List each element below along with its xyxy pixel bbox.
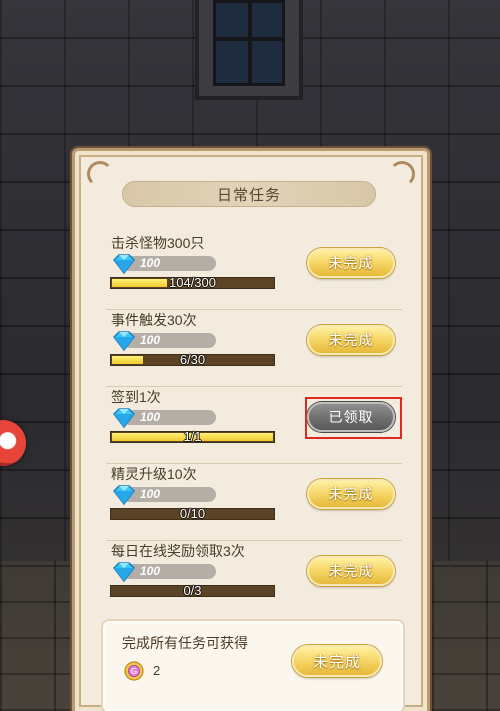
all-tasks-reward-box: 完成所有任务可获得 G 2 未完成: [101, 619, 405, 711]
svg-text:G: G: [131, 667, 137, 676]
task-status-button[interactable]: 未完成: [307, 325, 395, 355]
reward-value: 100: [140, 333, 161, 347]
all-tasks-reward-count: 2: [153, 663, 161, 678]
task-row: 精灵升级10次 100 0/10 未完成: [106, 464, 402, 541]
background-window: [195, 0, 303, 100]
panel-title: 日常任务: [122, 181, 376, 207]
diamond-icon: [113, 485, 135, 505]
diamond-icon: [113, 562, 135, 582]
reward-value: 100: [140, 564, 161, 578]
task-name: 每日在线奖励领取3次: [111, 543, 245, 559]
progress-text: 6/30: [179, 352, 206, 367]
progress-text: 104/300: [169, 275, 216, 290]
task-row: 击杀怪物300只 100 104/300 未完成: [106, 233, 402, 310]
coin-icon: G: [124, 661, 144, 681]
diamond-icon: [113, 408, 135, 428]
progress-bar: 0/3: [110, 583, 275, 598]
highlight-box: [305, 397, 402, 439]
progress-text: 0/3: [183, 583, 202, 598]
reward: 100: [110, 254, 216, 274]
progress-bar: 6/30: [110, 352, 275, 367]
reward-value: 100: [140, 410, 161, 424]
reward: 100: [110, 485, 216, 505]
task-row: 事件触发30次 100 6/30 未完成: [106, 310, 402, 387]
task-status-button[interactable]: 未完成: [307, 556, 395, 586]
corner-ornament-icon: [87, 161, 113, 187]
all-tasks-status-button[interactable]: 未完成: [292, 645, 382, 677]
task-name: 事件触发30次: [111, 312, 197, 328]
progress-text: 0/10: [179, 506, 206, 521]
reward-value: 100: [140, 487, 161, 501]
reward: 100: [110, 331, 216, 351]
corner-ornament-icon: [389, 161, 415, 187]
task-name: 击杀怪物300只: [111, 235, 205, 251]
reward-value: 100: [140, 256, 161, 270]
reward: 100: [110, 408, 216, 428]
diamond-icon: [113, 254, 135, 274]
progress-bar: 0/10: [110, 506, 275, 521]
task-status-button[interactable]: 未完成: [307, 248, 395, 278]
daily-tasks-panel: 日常任务 击杀怪物300只 100 104/300 未完成 事件触发30次 10…: [72, 148, 430, 711]
all-tasks-reward-title: 完成所有任务可获得: [122, 635, 248, 651]
progress-bar: 104/300: [110, 275, 275, 290]
progress-text: 1/1: [183, 429, 202, 444]
task-status-button[interactable]: 未完成: [307, 479, 395, 509]
task-name: 精灵升级10次: [111, 466, 197, 482]
task-name: 签到1次: [111, 389, 161, 405]
diamond-icon: [113, 331, 135, 351]
progress-bar: 1/1: [110, 429, 275, 444]
reward: 100: [110, 562, 216, 582]
task-row: 每日在线奖励领取3次 100 0/3 未完成: [106, 541, 402, 618]
